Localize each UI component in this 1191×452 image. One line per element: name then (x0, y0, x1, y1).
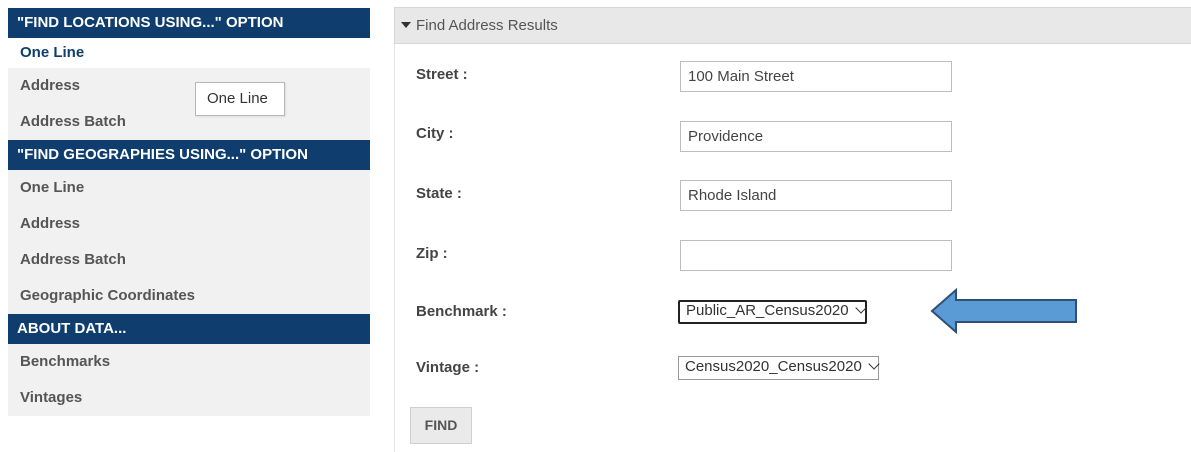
sidebar-item-geographic-coordinates[interactable]: Geographic Coordinates (8, 278, 370, 314)
city-input[interactable]: Providence (680, 121, 952, 152)
left-arrow-icon (930, 288, 1077, 334)
caret-down-icon (401, 22, 411, 29)
benchmark-select[interactable]: Public_AR_Census2020 (678, 300, 867, 324)
state-input[interactable]: Rhode Island (680, 180, 952, 211)
benchmark-selected-value: Public_AR_Census2020 (686, 302, 849, 319)
chevron-down-icon (868, 358, 880, 370)
state-label: State : (416, 185, 462, 202)
section-header-about-data: ABOUT DATA... (8, 314, 370, 344)
vintage-select[interactable]: Census2020_Census2020 (678, 356, 880, 380)
section-header-find-geographies: "FIND GEOGRAPHIES USING..." OPTION (8, 140, 370, 170)
panel-divider (394, 44, 395, 452)
panel-header[interactable]: Find Address Results (394, 7, 1191, 44)
zip-input[interactable] (680, 240, 952, 271)
city-label: City : (416, 125, 454, 142)
sidebar-item-benchmarks[interactable]: Benchmarks (8, 344, 370, 380)
street-input[interactable]: 100 Main Street (680, 61, 952, 92)
sidebar-item-geographies-address-batch[interactable]: Address Batch (8, 242, 370, 278)
panel-title: Find Address Results (416, 17, 558, 34)
benchmark-label: Benchmark : (416, 303, 507, 320)
find-address-panel: Find Address Results Street : 100 Main S… (394, 7, 1191, 452)
section-header-find-locations: "FIND LOCATIONS USING..." OPTION (8, 8, 370, 38)
sidebar-item-locations-address[interactable]: Address (8, 68, 370, 104)
tooltip: One Line (195, 82, 285, 116)
sidebar-item-locations-one-line[interactable]: One Line (8, 38, 370, 68)
chevron-down-icon (854, 302, 867, 314)
sidebar-item-geographies-one-line[interactable]: One Line (8, 170, 370, 206)
vintage-label: Vintage : (416, 359, 480, 376)
street-label: Street : (416, 66, 468, 83)
zip-label: Zip : (416, 245, 448, 262)
sidebar-item-locations-address-batch[interactable]: Address Batch (8, 104, 370, 140)
sidebar-item-vintages[interactable]: Vintages (8, 380, 370, 416)
find-button[interactable]: FIND (410, 407, 472, 444)
sidebar-nav: "FIND LOCATIONS USING..." OPTION One Lin… (8, 8, 370, 416)
sidebar-item-geographies-address[interactable]: Address (8, 206, 370, 242)
vintage-selected-value: Census2020_Census2020 (685, 358, 862, 375)
